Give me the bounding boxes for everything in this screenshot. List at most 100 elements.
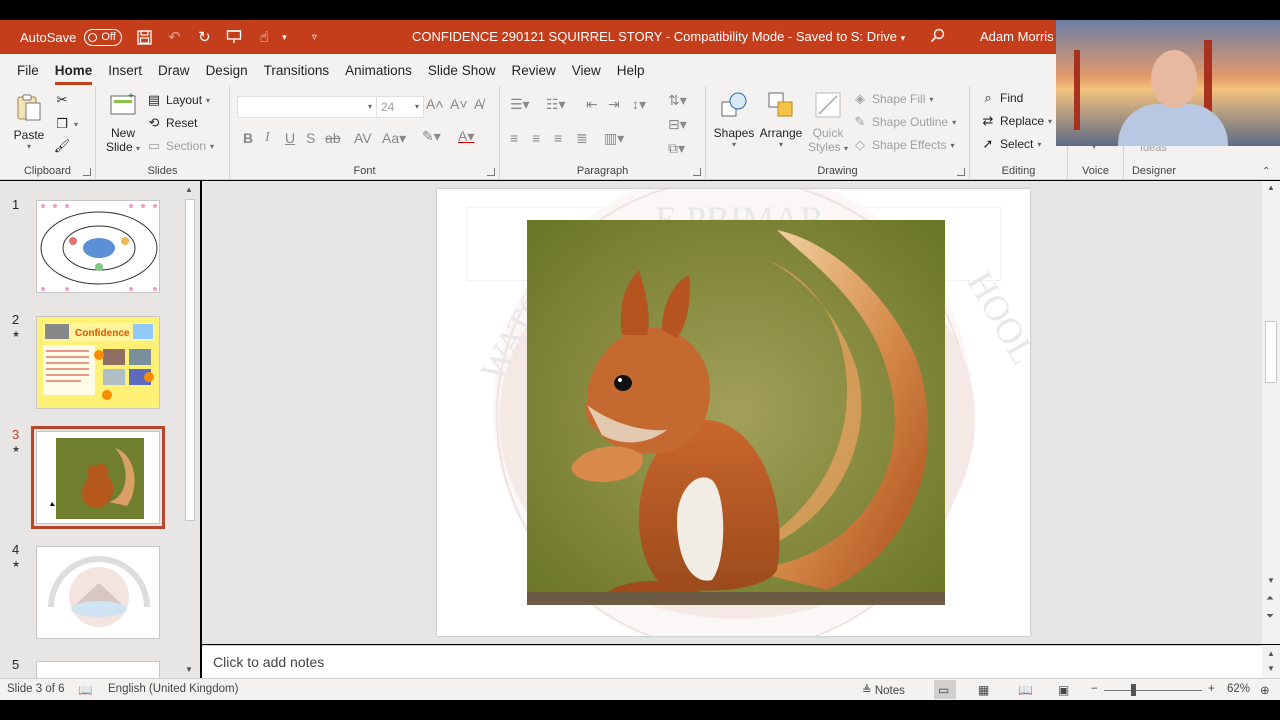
canvas-scroll-down-icon[interactable]: ▼ [1267,576,1275,585]
canvas-vertical-scrollbar[interactable]: ▲ ▼ ⏶ ⏷ [1262,181,1280,644]
notes-scroll-up-icon[interactable]: ▲ [1267,649,1275,658]
tab-transitions[interactable]: Transitions [264,63,330,86]
shape-outline-button[interactable]: ✎ Shape Outline ▾ [852,114,957,130]
paste-button[interactable]: Paste ▾ [10,92,48,151]
tab-insert[interactable]: Insert [108,63,142,86]
text-shadow-icon[interactable]: S [306,130,315,146]
align-right-icon[interactable]: ≡ [554,130,562,146]
current-slide[interactable]: WATCO E PRIMAR HOOL [437,189,1030,636]
format-painter-button[interactable]: 🖌 [54,138,71,154]
arrange-button[interactable]: Arrange ▾ [758,90,804,149]
accessibility-icon[interactable]: 📖 [78,683,92,697]
slide-panel-scroll-thumb[interactable] [185,199,195,521]
character-spacing-icon[interactable]: AV [354,130,372,146]
font-color-icon[interactable]: A▾ [458,128,474,145]
fit-slide-icon[interactable]: ⊕ [1260,683,1270,697]
tab-design[interactable]: Design [206,63,248,86]
slide-thumbnail-5[interactable] [36,661,160,678]
strikethrough-icon[interactable]: ab [325,130,341,146]
user-name[interactable]: Adam Morris [980,29,1054,44]
highlight-icon[interactable]: ✎▾ [422,128,441,145]
previous-slide-icon[interactable]: ⏶ [1266,593,1274,604]
shapes-button[interactable]: Shapes ▾ [712,90,756,149]
canvas-scroll-up-icon[interactable]: ▲ [1267,183,1275,192]
underline-icon[interactable]: U [285,130,295,146]
slide-show-view-icon[interactable]: ▣ [1058,683,1069,697]
reading-view-icon[interactable]: 📖 [1018,683,1033,697]
change-case-icon[interactable]: Aa▾ [382,130,406,147]
bullets-icon[interactable]: ☰▾ [510,96,530,113]
tab-help[interactable]: Help [617,63,645,86]
decrease-indent-icon[interactable]: ⇤ [586,96,598,113]
search-icon[interactable] [930,28,945,47]
increase-font-icon[interactable]: A˄ [426,96,444,112]
text-direction-icon[interactable]: ⇅▾ [668,92,687,109]
scroll-down-icon[interactable]: ▼ [185,665,193,674]
touch-mode-dropdown-icon[interactable]: ▾ [276,29,292,45]
columns-icon[interactable]: ▥▾ [604,130,624,147]
cut-button[interactable]: ✂ [54,92,70,108]
quick-styles-button[interactable]: Quick Styles ▾ [806,90,850,154]
touch-mode-icon[interactable]: ☝ [256,29,272,46]
tab-draw[interactable]: Draw [158,63,190,86]
clipboard-launcher-icon[interactable] [83,168,91,176]
section-button[interactable]: ▭ Section ▾ [146,138,214,154]
language[interactable]: English (United Kingdom) [108,683,238,695]
zoom-slider-knob[interactable] [1131,684,1136,696]
slide-sorter-icon[interactable]: ▦ [978,683,989,697]
increase-indent-icon[interactable]: ⇥ [608,96,620,113]
select-button[interactable]: ➚ Select ▾ [980,136,1042,152]
font-name-combo[interactable]: ▾ [237,96,377,118]
slide-thumbnail-1[interactable] [36,200,160,293]
zoom-out-icon[interactable]: − [1091,683,1098,695]
slide-thumbnail-2[interactable]: Confidence [36,316,160,409]
redo-icon[interactable]: ↻ [196,29,212,46]
align-center-icon[interactable]: ≡ [532,130,540,146]
zoom-level[interactable]: 62% [1227,683,1250,695]
copy-button[interactable]: ❐ ▾ [54,116,78,132]
font-launcher-icon[interactable] [487,168,495,176]
tab-animations[interactable]: Animations [345,63,412,86]
decrease-font-icon[interactable]: A˅ [450,96,468,112]
notes-scrollbar[interactable]: ▲ ▼ [1262,645,1280,678]
drawing-launcher-icon[interactable] [957,168,965,176]
slide-thumbnail-3[interactable] [31,426,165,529]
tab-home[interactable]: Home [54,63,92,86]
slide-panel-scrollbar[interactable]: ▲ ▼ [183,185,197,675]
next-slide-icon[interactable]: ⏷ [1266,611,1274,622]
line-spacing-icon[interactable]: ↕▾ [632,96,646,113]
tab-file[interactable]: File [17,63,39,86]
justify-icon[interactable]: ≣ [576,130,588,147]
notes-scroll-down-icon[interactable]: ▼ [1267,664,1275,673]
save-icon[interactable] [136,29,152,45]
zoom-in-icon[interactable]: + [1208,683,1215,695]
tab-slide-show[interactable]: Slide Show [428,63,496,86]
tab-view[interactable]: View [572,63,601,86]
shape-effects-button[interactable]: ◇ Shape Effects ▾ [852,137,955,153]
slide-thumbnail-4[interactable] [36,546,160,639]
align-text-icon[interactable]: ⊟▾ [668,116,687,133]
paragraph-launcher-icon[interactable] [693,168,701,176]
canvas-scroll-thumb[interactable] [1265,321,1277,383]
tab-review[interactable]: Review [511,63,555,86]
clear-formatting-icon[interactable]: A̸ [474,96,483,112]
customize-qat-icon[interactable]: ▿ [306,29,322,45]
replace-button[interactable]: ⇄ Replace ▾ [980,113,1053,129]
italic-icon[interactable]: I [265,130,270,146]
font-size-combo[interactable]: 24 ▾ [376,96,424,118]
zoom-slider-track[interactable] [1104,690,1202,691]
notes-pane[interactable]: Click to add notes [202,645,1262,678]
scroll-up-icon[interactable]: ▲ [185,185,193,194]
present-from-beginning-icon[interactable] [226,29,242,45]
bold-icon[interactable]: B [243,130,253,146]
new-slide-button[interactable]: + New Slide ▾ [104,90,142,154]
smartart-icon[interactable]: ⧉▾ [668,140,685,157]
undo-icon[interactable]: ↶ [166,29,182,46]
notes-toggle-button[interactable]: ≜ Notes [862,683,905,697]
layout-button[interactable]: ▤ Layout ▾ [146,92,210,108]
shape-fill-button[interactable]: ◈ Shape Fill ▾ [852,91,933,107]
document-title[interactable]: CONFIDENCE 290121 SQUIRREL STORY - Compa… [412,29,905,44]
autosave-toggle[interactable]: Off [84,28,123,46]
align-left-icon[interactable]: ≡ [510,130,518,146]
numbering-icon[interactable]: ☷▾ [546,96,566,113]
